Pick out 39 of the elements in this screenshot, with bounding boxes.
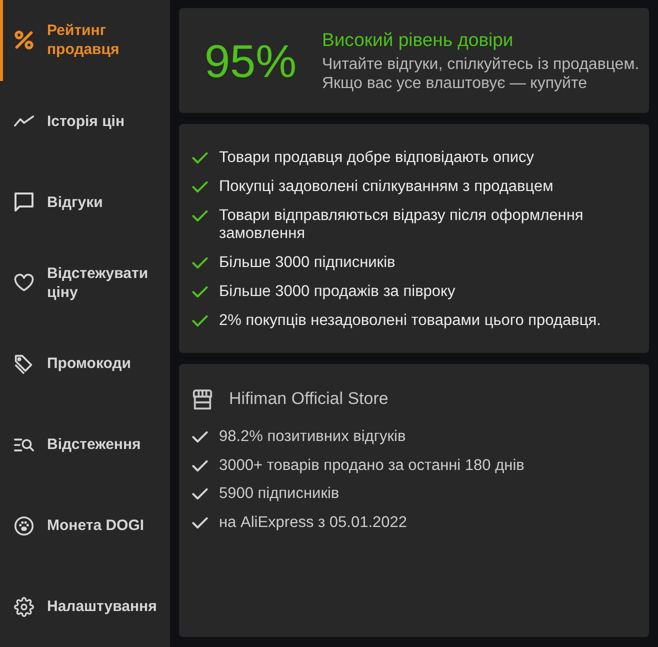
check-icon — [192, 181, 208, 193]
check-icon — [192, 257, 208, 269]
check-icon — [192, 431, 208, 443]
check-icon — [192, 152, 208, 164]
trust-description: Читайте відгуки, спілкуйтесь із продавцем. Якщо вас усе влаштовує — купуйте — [322, 55, 640, 93]
nav-item[interactable]: Налаштування — [0, 566, 170, 647]
store-fact: 3000+ товарів продано за останні 180 днів — [219, 456, 524, 474]
nav-item[interactable]: Історія цін — [0, 80, 170, 162]
check-icon — [192, 210, 208, 222]
percent-icon — [14, 30, 34, 50]
store-fact: 98.2% позитивних відгуків — [219, 428, 406, 446]
check-icon — [192, 460, 208, 472]
nav-item[interactable]: Відстеження — [0, 404, 170, 486]
heart-icon — [14, 273, 34, 294]
nav-item[interactable]: Рейтинг продавця — [0, 0, 170, 81]
seller-highlight: Покупці задоволені спілкуванням з продавцем — [219, 178, 554, 196]
seller-highlight: Товари продавця добре відповідають опису — [219, 149, 534, 167]
nav-item[interactable]: Відстежувати ціну — [0, 242, 170, 324]
trust-heading: Високий рівень довіри — [322, 28, 514, 52]
check-icon — [192, 315, 208, 327]
tag-icon — [14, 354, 34, 374]
store-fact: на AliExpress з 05.01.2022 — [219, 514, 407, 532]
store-name: Hifiman Official Store — [229, 388, 388, 410]
trust-score: 95% — [203, 34, 298, 86]
chat-bubble-icon — [14, 192, 34, 212]
seller-highlight: 2% покупців незадоволені товарами цього продавця. — [219, 312, 601, 330]
seller-highlight: Більше 3000 підписників — [219, 254, 396, 272]
check-icon — [192, 286, 208, 298]
storefront-icon — [192, 388, 213, 410]
settings-icon — [14, 596, 34, 617]
check-icon — [192, 488, 208, 500]
store-fact: 5900 підписників — [219, 485, 340, 503]
seller-highlight: Більше 3000 продажів за півроку — [219, 283, 456, 301]
check-icon — [192, 516, 208, 528]
nav-item[interactable]: Промокоди — [0, 324, 170, 404]
seller-highlight: Товари відправляються відразу після оформлення замовлення — [219, 207, 584, 243]
paw-coin-icon — [14, 516, 34, 536]
nav-item[interactable]: Відгуки — [0, 162, 170, 243]
nav-item[interactable]: Монета DOGI — [0, 485, 170, 566]
